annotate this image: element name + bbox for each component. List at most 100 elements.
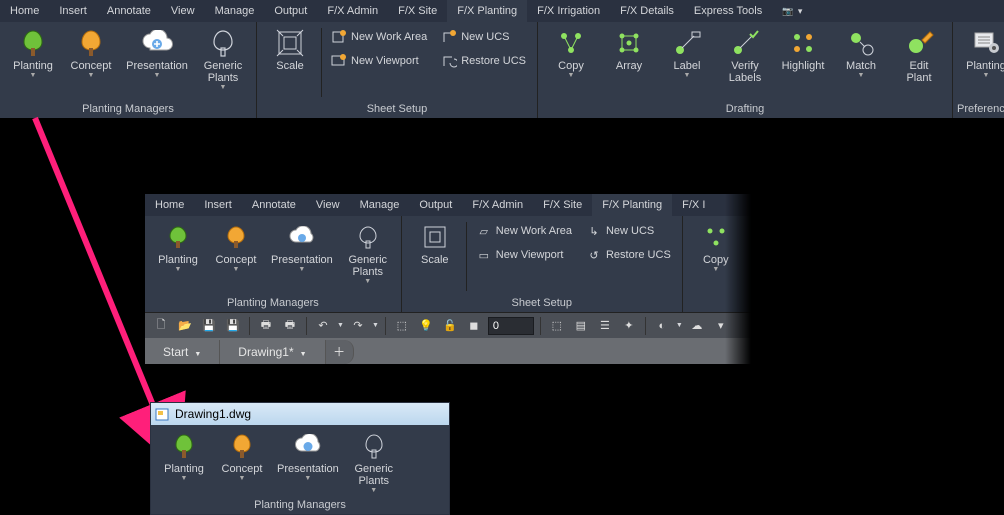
qat-explode-icon[interactable]: ✦ — [619, 316, 639, 336]
undock-presentation-button[interactable]: Presentation▼ — [271, 427, 345, 485]
generic-plants-button-label: Generic Plants — [204, 60, 243, 84]
qat-plot-icon[interactable]: 🖶 — [256, 316, 276, 336]
inset-new-work-area-button[interactable]: ▱New Work Area — [473, 220, 575, 242]
quick-access-toolbar: 🗋 📂 💾 💾 🖶 🖶 ↶ ▼ ↷ ▼ ⬚ 💡 🔓 ◼ 0 ⬚ ▤ ☰ ✦ ◐ … — [145, 312, 751, 338]
qat-redo-caret[interactable]: ▼ — [372, 322, 379, 329]
qat-lock-icon[interactable]: 🔓 — [440, 316, 460, 336]
concept-button[interactable]: Concept ▼ — [62, 24, 120, 82]
planting-preferences-button[interactable]: Planting ▼ — [957, 24, 1004, 82]
tab-record[interactable]: 📷 ▾ — [772, 0, 813, 22]
inset-copy-button[interactable]: Copy▼ — [687, 218, 745, 276]
doc-tab-drawing1[interactable]: Drawing1*▼ — [220, 340, 325, 364]
qat-save-icon[interactable]: 💾 — [199, 316, 219, 336]
presentation-button[interactable]: Presentation ▼ — [120, 24, 194, 82]
copy-nodes-icon — [556, 28, 586, 58]
new-work-area-label: New Work Area — [351, 31, 427, 43]
label-icon — [672, 28, 702, 58]
new-ucs-label: New UCS — [461, 31, 509, 43]
tab-fx-details[interactable]: F/X Details — [610, 0, 684, 22]
restore-ucs-button[interactable]: Restore UCS — [438, 50, 529, 72]
inset-presentation-button[interactable]: Presentation▼ — [265, 218, 339, 276]
tree-outline-icon — [209, 28, 237, 58]
doc-tab-start[interactable]: Start▼ — [145, 340, 220, 364]
match-button[interactable]: Match ▼ — [832, 24, 890, 82]
undock-generic-plants-button[interactable]: Generic Plants▼ — [345, 427, 403, 497]
scale-button[interactable]: Scale — [261, 24, 319, 74]
tab-fx-irrigation[interactable]: F/X Irrigation — [527, 0, 610, 22]
new-ucs-button[interactable]: New UCS — [438, 26, 529, 48]
tab-home[interactable]: Home — [0, 0, 49, 22]
cloud-link-icon — [292, 434, 324, 458]
qat-sphere-caret[interactable]: ▼ — [676, 322, 683, 329]
qat-new-icon[interactable]: 🗋 — [151, 316, 171, 336]
inset-new-viewport-button[interactable]: ▭New Viewport — [473, 244, 575, 266]
qat-undo-icon[interactable]: ↶ — [313, 316, 333, 336]
qat-match-icon[interactable]: ⬚ — [547, 316, 567, 336]
caret-icon: ▼ — [684, 72, 691, 80]
qat-stack-icon[interactable]: ▤ — [571, 316, 591, 336]
inset-tab-view[interactable]: View — [306, 194, 350, 216]
highlight-button[interactable]: Highlight — [774, 24, 832, 74]
qat-props-icon[interactable]: ☰ — [595, 316, 615, 336]
inset-planting-button[interactable]: Planting▼ — [149, 218, 207, 276]
inset-tab-fx-admin[interactable]: F/X Admin — [462, 194, 533, 216]
qat-layer-icon[interactable]: ⬚ — [392, 316, 412, 336]
panel-planting-managers: Planting ▼ Concept ▼ Presentation ▼ Gene… — [0, 22, 257, 118]
inset-tab-fx-site[interactable]: F/X Site — [533, 194, 592, 216]
qat-saveas-icon[interactable]: 💾 — [223, 316, 243, 336]
tree-green-icon — [170, 432, 198, 460]
new-viewport-button[interactable]: New Viewport — [328, 50, 430, 72]
inset-scale-button[interactable]: Scale — [406, 218, 464, 268]
match-button-label: Match — [846, 60, 876, 72]
qat-plot-preview-icon[interactable]: 🖶 — [280, 316, 300, 336]
undock-concept-button[interactable]: Concept▼ — [213, 427, 271, 485]
inset-generic-plants-button[interactable]: Generic Plants▼ — [339, 218, 397, 288]
tab-manage[interactable]: Manage — [205, 0, 265, 22]
inset-tab-home[interactable]: Home — [145, 194, 194, 216]
new-viewport-label: New Viewport — [351, 55, 419, 67]
generic-plants-button[interactable]: Generic Plants ▼ — [194, 24, 252, 94]
tab-annotate[interactable]: Annotate — [97, 0, 161, 22]
tab-express-tools[interactable]: Express Tools — [684, 0, 772, 22]
array-button[interactable]: Array — [600, 24, 658, 74]
inset-restore-ucs-button[interactable]: ↺Restore UCS — [583, 244, 674, 266]
new-work-area-button[interactable]: New Work Area — [328, 26, 430, 48]
undocked-panel-titlebar[interactable]: Drawing1.dwg — [151, 403, 449, 425]
inset-tab-annotate[interactable]: Annotate — [242, 194, 306, 216]
tab-output[interactable]: Output — [264, 0, 317, 22]
inset-tab-fx-planting[interactable]: F/X Planting — [592, 194, 672, 216]
label-button[interactable]: Label ▼ — [658, 24, 716, 82]
tab-fx-site[interactable]: F/X Site — [388, 0, 447, 22]
qat-layer-field[interactable]: 0 — [488, 317, 534, 335]
dwg-file-icon — [155, 407, 171, 421]
tab-insert[interactable]: Insert — [49, 0, 97, 22]
inset-tab-output[interactable]: Output — [409, 194, 462, 216]
qat-open-icon[interactable]: 📂 — [175, 316, 195, 336]
qat-cloud-icon[interactable]: ☁ — [687, 316, 707, 336]
qat-bulb-icon[interactable]: 💡 — [416, 316, 436, 336]
inset-panel-sheet-setup: Scale ▱New Work Area ▭New Viewport ↳New … — [402, 216, 683, 312]
copy-button-label: Copy — [558, 60, 584, 72]
edit-plant-button[interactable]: Edit Plant — [890, 24, 948, 86]
inset-tab-fx-irrigation[interactable]: F/X I — [672, 194, 715, 216]
top-ribbon: Home Insert Annotate View Manage Output … — [0, 0, 1004, 118]
copy-button[interactable]: Copy ▼ — [542, 24, 600, 82]
tab-fx-planting[interactable]: F/X Planting — [447, 0, 527, 22]
inset-tab-insert[interactable]: Insert — [194, 194, 242, 216]
undocked-panel[interactable]: Drawing1.dwg Planting▼ Concept▼ Presenta… — [150, 402, 450, 515]
tab-fx-admin[interactable]: F/X Admin — [317, 0, 388, 22]
qat-layercolor-icon[interactable]: ◼ — [464, 316, 484, 336]
qat-undo-caret[interactable]: ▼ — [337, 322, 344, 329]
tab-view[interactable]: View — [161, 0, 205, 22]
planting-button[interactable]: Planting ▼ — [4, 24, 62, 82]
inset-tab-manage[interactable]: Manage — [350, 194, 410, 216]
undock-planting-button[interactable]: Planting▼ — [155, 427, 213, 485]
new-ucs-icon — [441, 29, 457, 45]
qat-more-icon[interactable]: ▾ — [711, 316, 731, 336]
verify-labels-button[interactable]: Verify Labels — [716, 24, 774, 86]
doc-tab-add[interactable]: ＋ — [326, 340, 354, 364]
inset-new-ucs-button[interactable]: ↳New UCS — [583, 220, 674, 242]
qat-redo-icon[interactable]: ↷ — [348, 316, 368, 336]
inset-concept-button[interactable]: Concept▼ — [207, 218, 265, 276]
qat-sphere-icon[interactable]: ◐ — [652, 316, 672, 336]
